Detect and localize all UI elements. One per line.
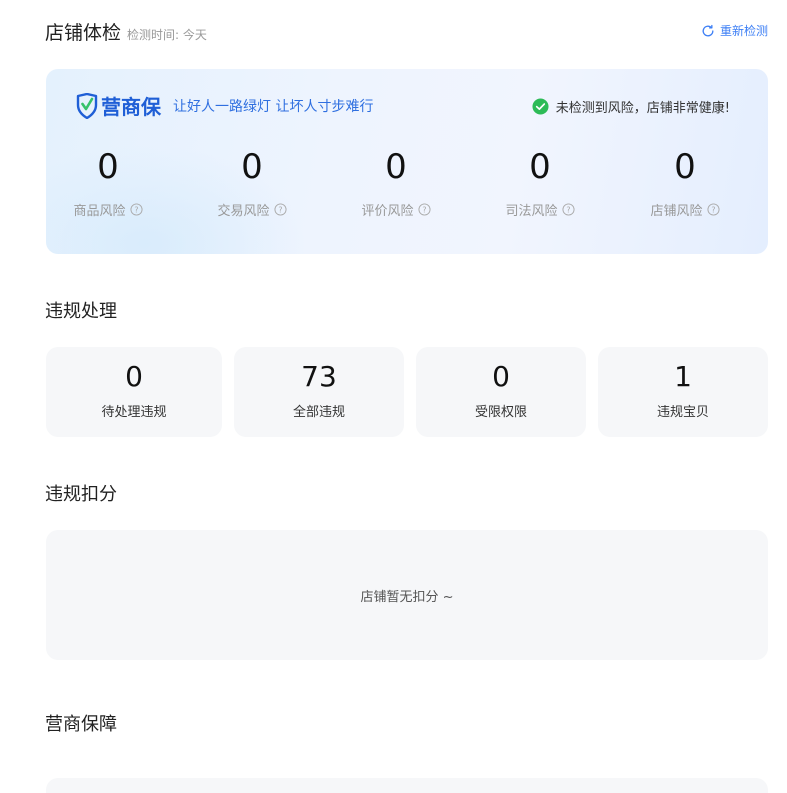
svg-text:?: ? [278,205,282,214]
refresh-icon [702,24,714,36]
stat-value: 1 [674,360,692,393]
stat-all-violations[interactable]: 73 全部违规 [234,347,404,437]
brand-slogan: 让好人一路绿灯 让坏人寸步难行 [173,98,374,115]
shield-logo-icon [76,92,98,119]
stat-value: 0 [492,360,510,393]
health-header: 店铺体检 检测时间: 今天 [45,18,207,45]
question-circle-icon[interactable]: ? [706,203,720,216]
brand-name: 营商保 [101,95,161,119]
risk-label-wrap: 司法风险 ? [490,200,590,219]
question-circle-icon[interactable]: ? [129,203,143,216]
risk-label-wrap: 商品风险 ? [58,200,158,219]
stat-label: 待处理违规 [101,405,167,420]
risk-store[interactable]: 0 店铺风险 ? [635,147,735,219]
store-health-page: 店铺体检 检测时间: 今天 重新检测 营商保 让好人一路绿灯 让坏人寸步难行 未… [0,0,787,793]
recheck-button[interactable]: 重新检测 [701,22,768,39]
risk-label: 商品风险 [73,204,126,219]
risk-trade[interactable]: 0 交易风险 ? [202,147,302,219]
risk-value: 0 [529,147,551,187]
risk-label: 交易风险 [217,204,270,219]
section-title-deduction: 违规扣分 [45,484,117,505]
deduction-empty-card: 店铺暂无扣分 ~ [46,530,768,660]
question-circle-icon[interactable]: ? [417,203,431,216]
svg-text:?: ? [134,205,138,214]
risk-label: 司法风险 [505,204,558,219]
stat-label: 违规宝贝 [656,405,709,420]
recheck-label: 重新检测 [719,24,768,38]
risk-value: 0 [674,147,696,187]
question-circle-icon[interactable]: ? [273,203,287,216]
risk-label: 店铺风险 [650,204,703,219]
health-status-text: 未检测到风险，店铺非常健康! [555,101,730,116]
risk-value: 0 [241,147,263,187]
risk-value: 0 [385,147,407,187]
risk-label-wrap: 评价风险 ? [346,200,446,219]
svg-text:?: ? [422,205,426,214]
svg-text:?: ? [566,205,570,214]
stat-violation-items[interactable]: 1 违规宝贝 [598,347,768,437]
stat-value: 0 [125,360,143,393]
health-card: 营商保 让好人一路绿灯 让坏人寸步难行 未检测到风险，店铺非常健康! 0 商品风… [46,69,768,254]
empty-text: 店铺暂无扣分 ~ [360,589,454,605]
check-circle-icon [532,98,549,115]
risk-row: 0 商品风险 ? 0 交易风险 ? 0 评价风险 ? 0 司法风险 ? 0 店铺… [46,147,768,237]
svg-text:?: ? [711,205,715,214]
stat-label: 全部违规 [292,405,345,420]
risk-label: 评价风险 [361,204,414,219]
risk-goods[interactable]: 0 商品风险 ? [58,147,158,219]
protection-card [46,778,768,793]
stat-restricted-permissions[interactable]: 0 受限权限 [416,347,586,437]
risk-review[interactable]: 0 评价风险 ? [346,147,446,219]
stat-value: 73 [301,360,337,393]
stat-pending-violations[interactable]: 0 待处理违规 [46,347,222,437]
brand: 营商保 让好人一路绿灯 让坏人寸步难行 [76,91,373,120]
question-circle-icon[interactable]: ? [561,203,575,216]
health-status: 未检测到风险，店铺非常健康! [532,97,730,116]
section-title-violation: 违规处理 [45,301,117,322]
page-title: 店铺体检 [45,22,122,44]
check-time: 检测时间: 今天 [127,28,207,42]
risk-label-wrap: 交易风险 ? [202,200,302,219]
risk-label-wrap: 店铺风险 ? [635,200,735,219]
risk-judicial[interactable]: 0 司法风险 ? [490,147,590,219]
risk-value: 0 [97,147,119,187]
stat-label: 受限权限 [474,405,527,420]
section-title-protection: 营商保障 [45,714,117,735]
